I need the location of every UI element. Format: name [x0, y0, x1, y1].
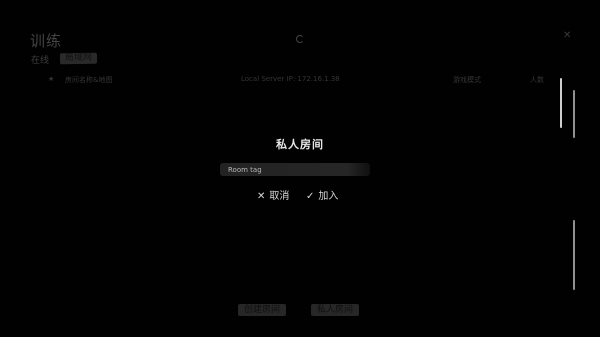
page-title: 训练 [30, 32, 63, 50]
close-icon: ✕ [257, 191, 266, 202]
column-game-mode[interactable]: 游戏模式 [453, 75, 481, 85]
tab-lan[interactable]: 局域网 [59, 52, 98, 65]
game-screen: 训练 在线 局域网 ✕ ★ 房间名称&地图 Local Server IP: 1… [0, 0, 600, 337]
cancel-label: 取消 [269, 191, 290, 202]
scrollbar-accent [573, 90, 575, 138]
column-player-count[interactable]: 人数 [530, 75, 544, 85]
cancel-button[interactable]: ✕ 取消 [257, 187, 289, 202]
scrollbar-thumb[interactable] [560, 78, 562, 128]
check-icon: ✓ [306, 191, 315, 202]
scrollbar[interactable] [560, 70, 575, 295]
create-room-button[interactable]: 创建房间 [238, 304, 287, 316]
scrollbar-accent [573, 220, 575, 290]
join-label: 加入 [318, 191, 339, 202]
tab-online[interactable]: 在线 [31, 53, 49, 66]
server-ip-label: Local Server IP: 172.16.1.38 [241, 75, 340, 83]
room-list-header: ★ 房间名称&地图 Local Server IP: 172.16.1.38 游… [0, 72, 600, 86]
close-icon[interactable]: ✕ [563, 30, 571, 41]
join-button[interactable]: ✓ 加入 [306, 187, 338, 202]
star-icon[interactable]: ★ [48, 75, 54, 83]
column-room-name[interactable]: 房间名称&地图 [65, 75, 112, 85]
refresh-icon[interactable] [296, 35, 304, 43]
private-room-button[interactable]: 私人房间 [311, 304, 360, 316]
modal-title: 私人房间 [276, 138, 324, 151]
room-tag-input[interactable] [220, 163, 370, 176]
